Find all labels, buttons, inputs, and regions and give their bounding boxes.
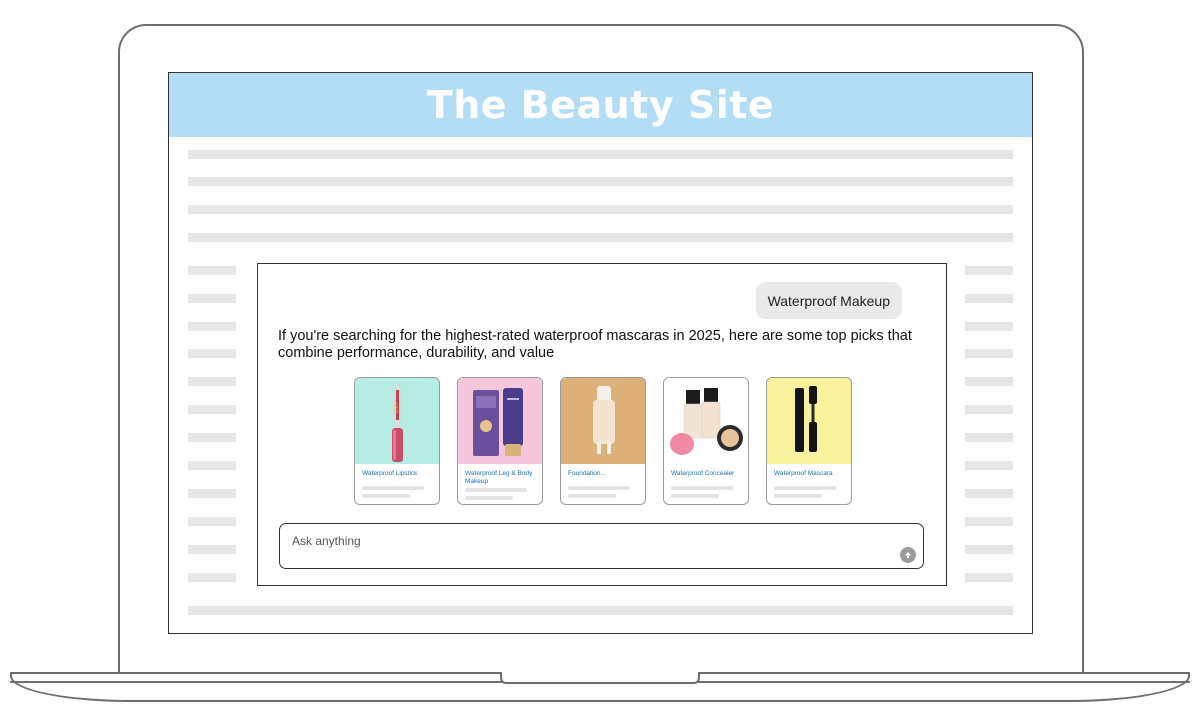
placeholder-line: [965, 349, 1013, 358]
product-card[interactable]: Foundation...: [560, 377, 646, 505]
send-button[interactable]: [900, 547, 916, 563]
product-card[interactable]: Waterproof Concealer: [663, 377, 749, 505]
placeholder-line: [965, 573, 1013, 582]
body-makeup-image: [458, 378, 542, 464]
placeholder-line: [188, 377, 236, 386]
placeholder-line: [188, 461, 236, 470]
placeholder-line: [965, 377, 1013, 386]
placeholder-line: [965, 322, 1013, 331]
placeholder-line: [774, 494, 822, 498]
chat-panel: Waterproof Makeup If you're searching fo…: [257, 263, 947, 586]
svg-text:24H: 24H: [394, 403, 400, 413]
placeholder-line: [965, 489, 1013, 498]
product-card-title: Waterproof Leg & Body Makeup: [465, 470, 533, 485]
placeholder-line: [188, 150, 1013, 159]
placeholder-line: [671, 486, 733, 490]
product-card[interactable]: Waterproof Leg & Body Makeup: [457, 377, 543, 505]
arrow-up-icon: [905, 552, 911, 558]
laptop-notch: [500, 672, 700, 684]
foundation-image: [561, 378, 645, 464]
placeholder-line: [188, 433, 236, 442]
placeholder-line: [965, 461, 1013, 470]
concealer-image: [664, 378, 748, 464]
placeholder-line: [188, 606, 1013, 615]
browser-screen: The Beauty Site Waterproof Makeup If you…: [168, 72, 1033, 634]
placeholder-line: [188, 489, 236, 498]
placeholder-line: [188, 349, 236, 358]
placeholder-line: [965, 266, 1013, 275]
placeholder-line: [965, 545, 1013, 554]
product-card[interactable]: 24H Waterproof Lipstick: [354, 377, 440, 505]
assistant-message: If you're searching for the highest-rate…: [278, 328, 912, 361]
placeholder-line: [965, 294, 1013, 303]
site-header: The Beauty Site: [169, 73, 1032, 137]
placeholder-line: [188, 405, 236, 414]
site-title: The Beauty Site: [426, 83, 775, 127]
placeholder-line: [362, 494, 410, 498]
placeholder-line: [671, 494, 719, 498]
placeholder-line: [188, 545, 236, 554]
placeholder-line: [965, 405, 1013, 414]
chat-input[interactable]: [292, 532, 872, 550]
mascara-image: [767, 378, 851, 464]
placeholder-line: [188, 177, 1013, 186]
placeholder-line: [188, 294, 236, 303]
placeholder-line: [568, 486, 630, 490]
placeholder-line: [188, 233, 1013, 242]
lipstick-image: 24H: [355, 378, 439, 464]
placeholder-line: [188, 266, 236, 275]
product-card-title: Waterproof Concealer: [671, 470, 735, 477]
placeholder-line: [188, 322, 236, 331]
product-carousel: 24H Waterproof Lipstick Waterproof Leg &…: [354, 377, 852, 505]
placeholder-line: [188, 517, 236, 526]
product-card-title: Foundation...: [568, 470, 606, 477]
placeholder-line: [568, 494, 616, 498]
placeholder-line: [188, 573, 236, 582]
placeholder-line: [188, 205, 1013, 214]
placeholder-line: [965, 517, 1013, 526]
product-card-title: Waterproof Lipstick: [362, 470, 418, 477]
placeholder-line: [774, 486, 836, 490]
chat-input-box: [279, 523, 924, 569]
user-message-bubble: Waterproof Makeup: [755, 282, 902, 319]
product-card[interactable]: Waterproof Mascara: [766, 377, 852, 505]
placeholder-line: [362, 486, 424, 490]
placeholder-line: [465, 488, 527, 492]
product-card-title: Waterproof Mascara: [774, 470, 833, 477]
placeholder-line: [965, 433, 1013, 442]
placeholder-line: [465, 496, 513, 500]
